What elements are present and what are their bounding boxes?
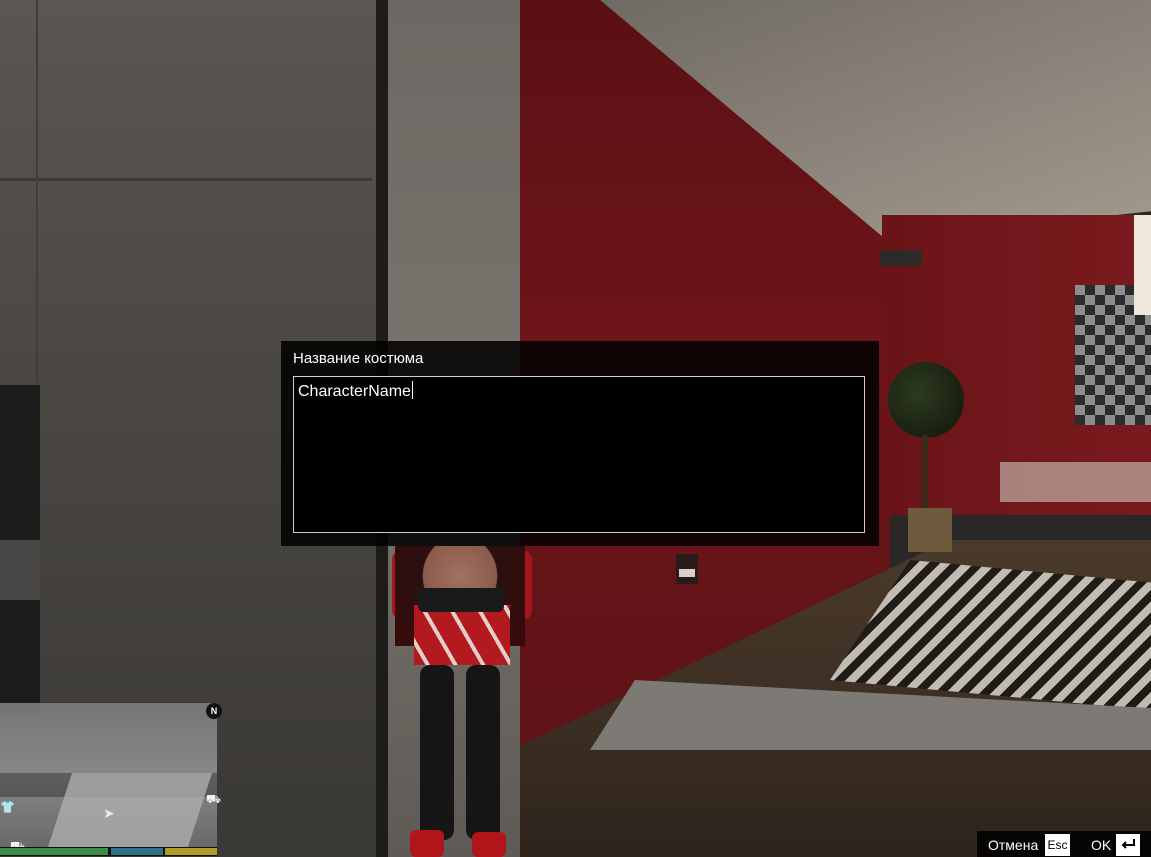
- minimap-roads: [47, 773, 213, 847]
- character-leg-left: [420, 665, 454, 840]
- plant-stem: [922, 435, 928, 515]
- character-shoe-left: [410, 830, 444, 857]
- wall-switch: [676, 554, 698, 584]
- vehicle-icon: ⛟: [206, 792, 222, 806]
- character-belt: [418, 588, 504, 612]
- dining-table: [1000, 462, 1151, 502]
- plant-pot: [908, 508, 952, 552]
- cancel-label: Отмена: [988, 837, 1039, 853]
- instructional-buttons: Отмена Esc OK: [977, 831, 1151, 857]
- outfit-name-input-value: CharacterName: [298, 381, 413, 400]
- character-leg-right: [466, 665, 500, 840]
- player-arrow-icon: ➤: [103, 806, 115, 822]
- outfit-name-dialog: Название костюма CharacterName: [281, 341, 879, 546]
- lamp: [1134, 215, 1151, 315]
- armor-bar: [111, 848, 163, 855]
- clothing-store-icon: 👕: [0, 800, 15, 814]
- character-shoe-right: [472, 832, 506, 857]
- enter-key-icon[interactable]: [1116, 834, 1140, 856]
- outfit-name-input[interactable]: CharacterName: [293, 376, 865, 533]
- text-caret: [411, 381, 413, 399]
- ok-label: OK: [1091, 837, 1112, 853]
- esc-key-button[interactable]: Esc: [1045, 834, 1070, 856]
- special-ability-bar: [165, 848, 217, 855]
- potted-plant: [888, 362, 964, 438]
- health-bar: [0, 848, 108, 855]
- minimap: [0, 703, 217, 847]
- oven-panel: [0, 540, 40, 600]
- dialog-title: Название костюма: [293, 350, 424, 367]
- character-skirt: [414, 605, 510, 665]
- wall-speaker: [880, 250, 922, 266]
- north-icon: N: [206, 703, 222, 719]
- cabinet-seam: [0, 178, 372, 181]
